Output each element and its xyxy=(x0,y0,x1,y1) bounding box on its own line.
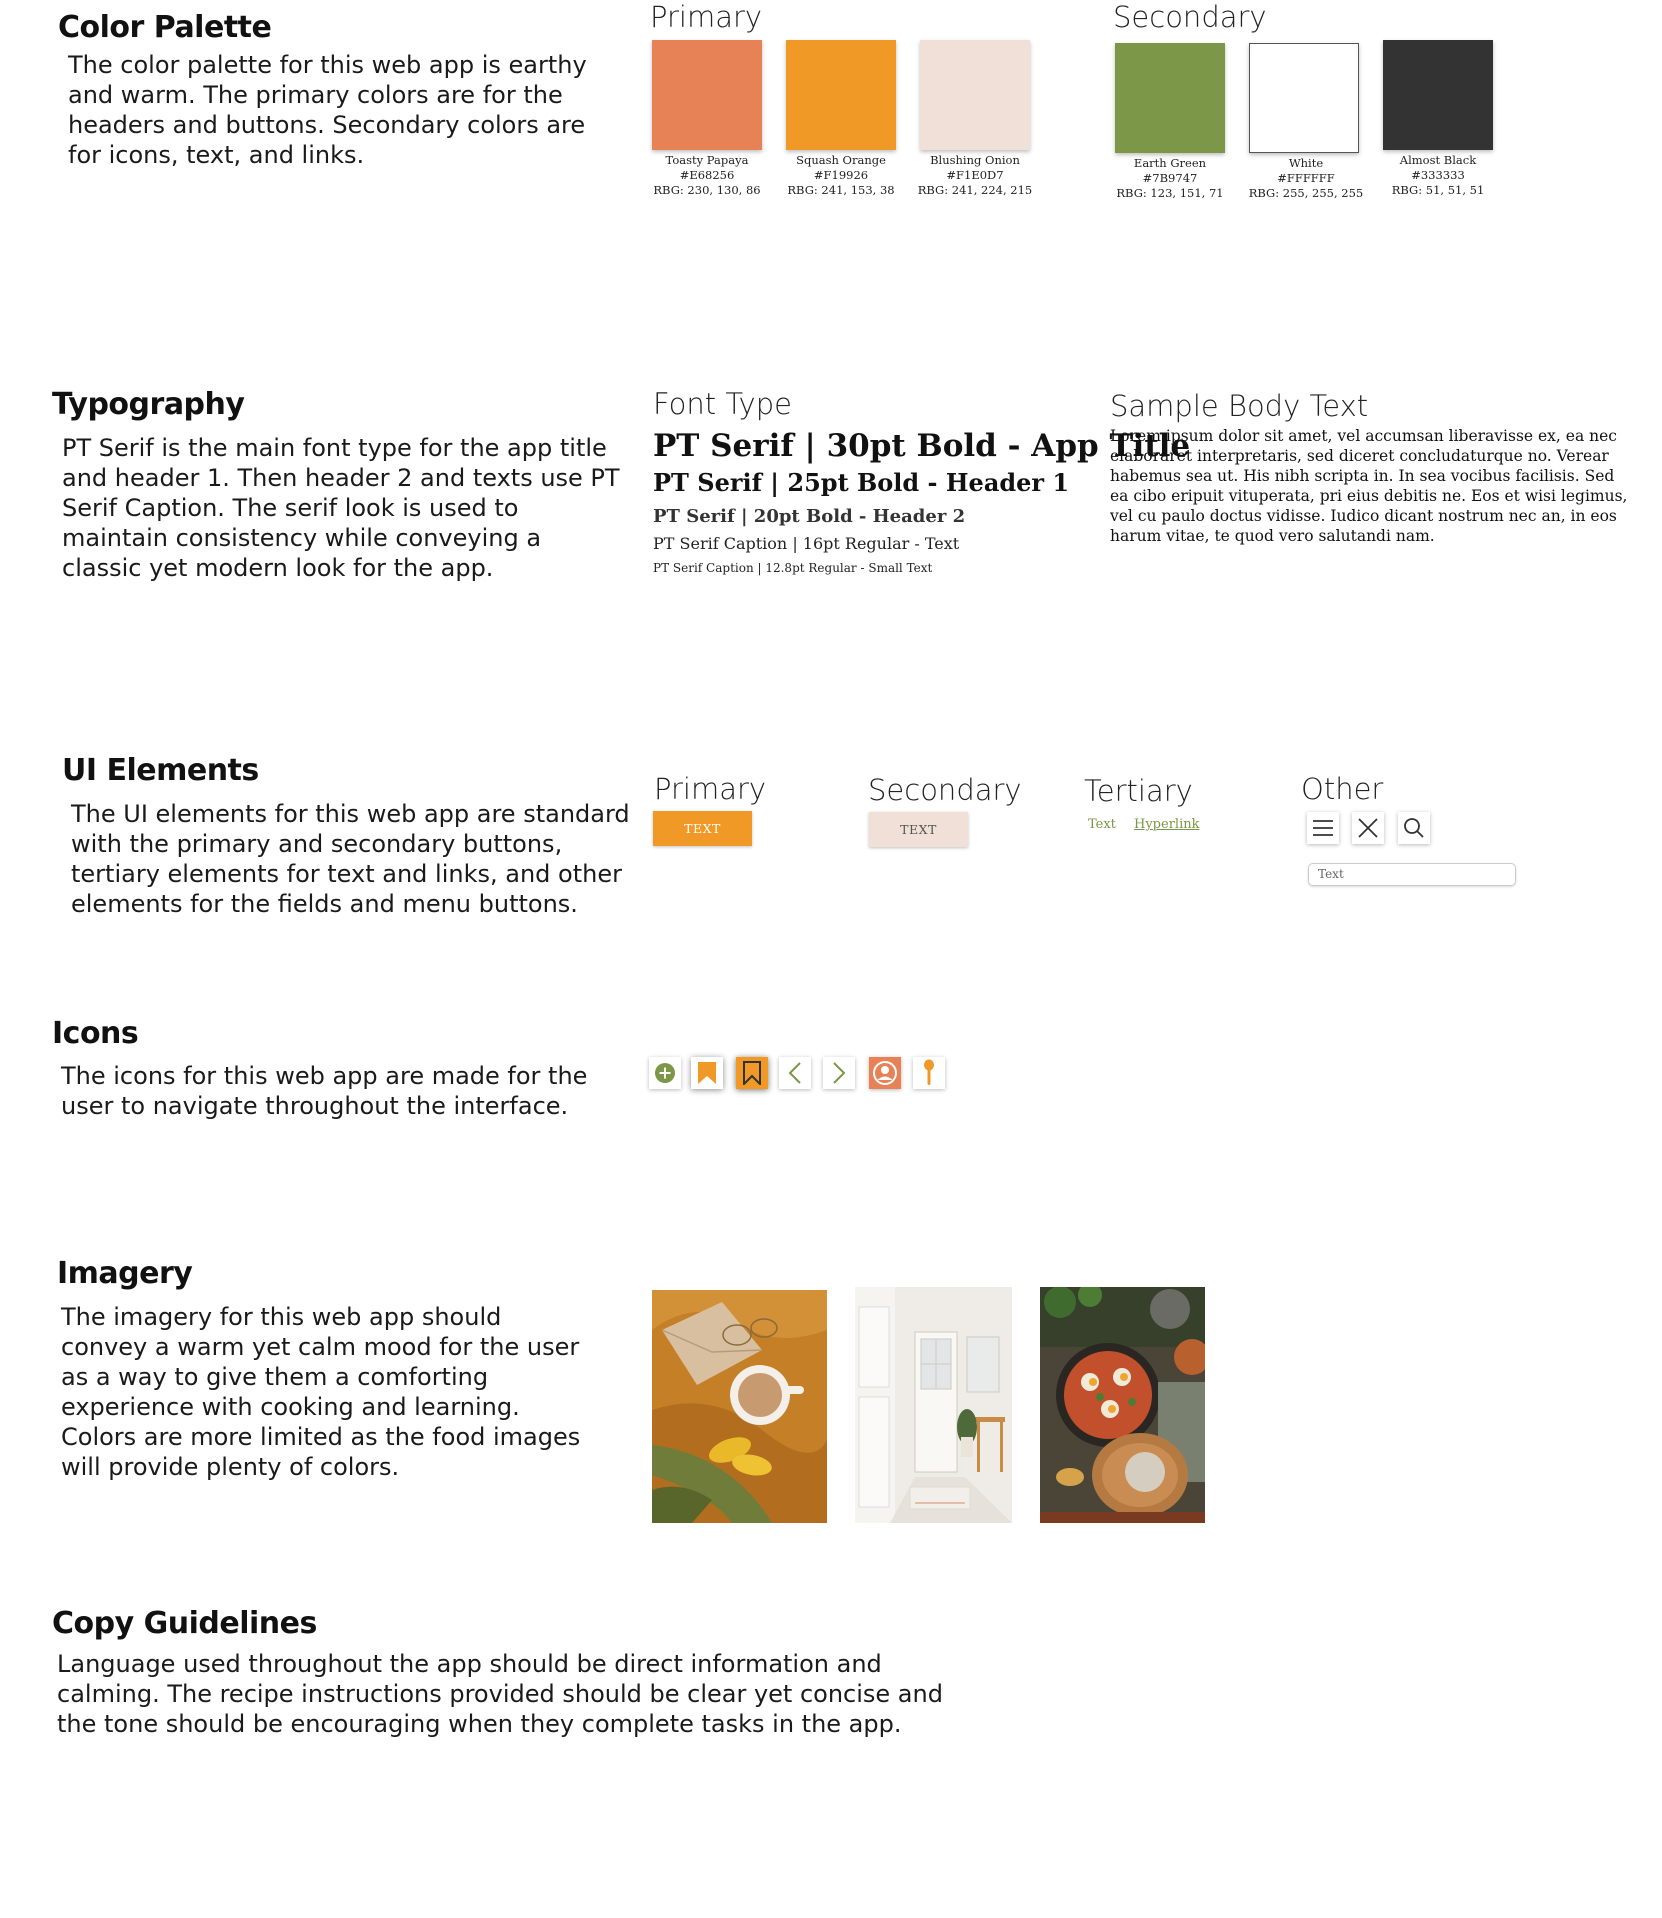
chevron-left-icon xyxy=(788,1062,801,1084)
close-icon xyxy=(1358,818,1378,838)
sample-body-heading: Sample Body Text xyxy=(1110,389,1369,423)
swatch-hex: #F1E0D7 xyxy=(946,168,1004,182)
swatch-rgb: RBG: 51, 51, 51 xyxy=(1391,183,1485,197)
menu-button[interactable] xyxy=(1307,812,1339,844)
font-type-heading: Font Type xyxy=(653,387,792,421)
text-field[interactable]: Text xyxy=(1308,863,1516,886)
ui-primary-heading: Primary xyxy=(654,772,767,806)
profile-button[interactable] xyxy=(869,1057,901,1089)
ui-elements-description: The UI elements for this web app are sta… xyxy=(71,800,630,918)
add-button[interactable] xyxy=(649,1057,681,1089)
font-sample-text: PT Serif Caption | 16pt Regular - Text xyxy=(653,534,960,553)
swatch-hex: #E68256 xyxy=(679,168,735,182)
swatch-name: Squash Orange xyxy=(796,153,886,167)
forward-button[interactable] xyxy=(823,1057,855,1089)
sample-body-text: Lorem ipsum dolor sit amet, vel accumsan… xyxy=(1110,427,1628,545)
palette-secondary-heading: Secondary xyxy=(1113,0,1267,34)
menu-icon xyxy=(1313,820,1333,836)
swatch-rgb: RBG: 241, 224, 215 xyxy=(917,183,1033,197)
typography-title: Typography xyxy=(52,387,245,422)
swatch-toasty-papaya xyxy=(652,40,762,150)
ui-tertiary-heading: Tertiary xyxy=(1084,774,1193,808)
profile-icon xyxy=(873,1061,897,1085)
swatch-caption-squash-orange: Squash Orange #F19926 RBG: 241, 153, 38 xyxy=(771,153,911,198)
copy-guidelines-description: Language used throughout the app should … xyxy=(57,1650,943,1738)
swatch-rgb: RBG: 241, 153, 38 xyxy=(787,183,895,197)
color-palette-title: Color Palette xyxy=(58,10,272,45)
swatch-name: Blushing Onion xyxy=(930,153,1020,167)
font-sample-header-1: PT Serif | 25pt Bold - Header 1 xyxy=(653,468,1070,497)
bookmark-active-button[interactable] xyxy=(736,1057,768,1089)
swatch-hex: #F19926 xyxy=(813,168,869,182)
bookmark-button[interactable] xyxy=(691,1057,723,1089)
close-button[interactable] xyxy=(1352,812,1384,844)
swatch-caption-earth-green: Earth Green #7B9747 RBG: 123, 151, 71 xyxy=(1100,156,1240,201)
copy-guidelines-title: Copy Guidelines xyxy=(52,1606,317,1641)
bookmark-icon xyxy=(698,1062,716,1084)
swatch-caption-almost-black: Almost Black #333333 RBG: 51, 51, 51 xyxy=(1368,153,1508,198)
imagery-description: The imagery for this web app should conv… xyxy=(61,1303,581,1481)
color-palette-description: The color palette for this web app is ea… xyxy=(68,51,587,169)
swatch-earth-green xyxy=(1115,43,1225,153)
spoon-icon xyxy=(924,1059,934,1085)
swatch-almost-black xyxy=(1383,40,1493,150)
swatch-blushing-onion xyxy=(920,40,1030,150)
add-circle-icon xyxy=(655,1063,675,1083)
swatch-white xyxy=(1249,43,1359,153)
secondary-button[interactable]: TEXT xyxy=(869,812,968,847)
chevron-right-icon xyxy=(833,1062,846,1084)
swatch-caption-toasty-papaya: Toasty Papaya #E68256 RBG: 230, 130, 86 xyxy=(637,153,777,198)
swatch-rgb: RBG: 230, 130, 86 xyxy=(653,183,761,197)
text-field-placeholder: Text xyxy=(1318,867,1344,881)
font-sample-small-text: PT Serif Caption | 12.8pt Regular - Smal… xyxy=(653,561,933,575)
typography-description: PT Serif is the main font type for the a… xyxy=(62,434,620,582)
imagery-photo-coffee-tulips xyxy=(652,1290,827,1523)
spoon-button[interactable] xyxy=(913,1057,945,1089)
shakshuka-image xyxy=(1040,1287,1205,1523)
ui-elements-title: UI Elements xyxy=(62,753,259,788)
font-sample-header-2: PT Serif | 20pt Bold - Header 2 xyxy=(653,506,966,527)
palette-primary-heading: Primary xyxy=(650,0,763,34)
swatch-hex: #FFFFFF xyxy=(1277,171,1335,185)
bookmark-active-icon xyxy=(743,1061,761,1085)
swatch-caption-white: White #FFFFFF RBG: 255, 255, 255 xyxy=(1236,156,1376,201)
imagery-photo-shakshuka xyxy=(1040,1287,1205,1523)
ui-secondary-heading: Secondary xyxy=(868,773,1022,807)
imagery-photo-kitchen xyxy=(855,1287,1012,1523)
search-button[interactable] xyxy=(1398,812,1430,844)
kitchen-image xyxy=(855,1287,1012,1523)
swatch-squash-orange xyxy=(786,40,896,150)
tertiary-text: Text xyxy=(1088,817,1116,832)
icons-title: Icons xyxy=(52,1016,139,1051)
primary-button[interactable]: TEXT xyxy=(653,811,752,846)
swatch-rgb: RBG: 255, 255, 255 xyxy=(1248,186,1364,200)
swatch-hex: #7B9747 xyxy=(1142,171,1198,185)
swatch-caption-blushing-onion: Blushing Onion #F1E0D7 RBG: 241, 224, 21… xyxy=(905,153,1045,198)
swatch-hex: #333333 xyxy=(1411,168,1465,182)
swatch-name: Earth Green xyxy=(1133,156,1207,170)
swatch-name: Toasty Papaya xyxy=(665,153,749,167)
ui-other-heading: Other xyxy=(1301,772,1384,806)
back-button[interactable] xyxy=(779,1057,811,1089)
swatch-name: White xyxy=(1288,156,1324,170)
search-icon xyxy=(1404,818,1424,838)
coffee-tulips-image xyxy=(652,1290,827,1523)
swatch-name: Almost Black xyxy=(1399,153,1477,167)
icons-description: The icons for this web app are made for … xyxy=(61,1062,588,1120)
imagery-title: Imagery xyxy=(57,1256,193,1291)
tertiary-hyperlink[interactable]: Hyperlink xyxy=(1134,817,1199,832)
swatch-rgb: RBG: 123, 151, 71 xyxy=(1116,186,1224,200)
